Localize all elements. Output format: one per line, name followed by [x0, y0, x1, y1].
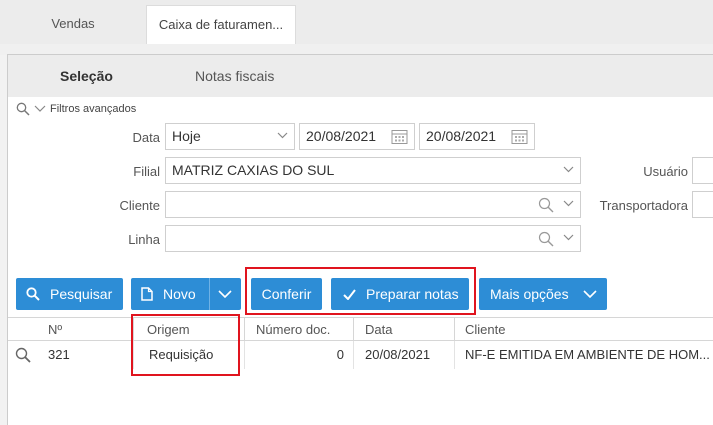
- advanced-filters-label: Filtros avançados: [50, 103, 137, 115]
- conferir-button[interactable]: Conferir: [251, 278, 322, 310]
- data-select[interactable]: Hoje: [165, 123, 295, 150]
- search-icon[interactable]: [15, 347, 31, 363]
- date-to-value: 20/08/2021: [426, 128, 497, 144]
- cell-numero-doc: 0: [336, 347, 344, 362]
- calendar-icon[interactable]: [511, 128, 528, 145]
- column-divider: [133, 341, 134, 369]
- filial-select[interactable]: MATRIZ CAXIAS DO SUL: [165, 157, 581, 184]
- linha-label: Linha: [128, 232, 160, 247]
- column-divider: [244, 318, 245, 342]
- filial-select-value: MATRIZ CAXIAS DO SUL: [172, 162, 335, 178]
- preparar-notas-label: Preparar notas: [366, 286, 459, 302]
- mais-opcoes-label: Mais opções: [490, 286, 569, 302]
- chevron-down-icon[interactable]: [563, 200, 574, 207]
- conferir-label: Conferir: [261, 286, 312, 302]
- column-divider: [133, 318, 134, 342]
- usuario-label: Usuário: [643, 164, 688, 179]
- search-icon[interactable]: [538, 231, 554, 247]
- subtab-notas-fiscais[interactable]: Notas fiscais: [195, 68, 274, 84]
- pesquisar-button[interactable]: Pesquisar: [16, 278, 123, 310]
- tab-vendas[interactable]: Vendas: [0, 5, 146, 44]
- cell-data: 20/08/2021: [365, 347, 431, 362]
- date-from-value: 20/08/2021: [306, 128, 377, 144]
- chevron-down-icon: [277, 132, 288, 139]
- mais-opcoes-button[interactable]: Mais opções: [479, 278, 607, 310]
- column-divider: [353, 318, 354, 342]
- filial-label: Filial: [133, 164, 160, 179]
- cell-origem: Requisição: [149, 347, 214, 362]
- preparar-notas-button[interactable]: Preparar notas: [331, 278, 469, 310]
- check-icon: [343, 288, 356, 300]
- cliente-label: Cliente: [119, 198, 160, 213]
- date-to-field[interactable]: 20/08/2021: [419, 123, 535, 150]
- chevron-down-icon: [563, 166, 574, 173]
- document-icon: [141, 287, 153, 301]
- novo-label: Novo: [163, 286, 196, 302]
- column-data[interactable]: Data: [365, 322, 392, 337]
- cliente-field[interactable]: [165, 191, 581, 218]
- chevron-down-icon: [34, 105, 46, 112]
- grid-header: Nº Origem Número doc. Data Cliente: [8, 317, 713, 342]
- cell-numero: 321: [48, 347, 70, 362]
- column-divider: [454, 318, 455, 342]
- subtab-bar: Seleção Notas fiscais: [8, 55, 713, 97]
- search-icon: [26, 287, 40, 301]
- search-icon: [16, 102, 30, 116]
- column-divider: [454, 341, 455, 369]
- advanced-filters-toggle[interactable]: Filtros avançados: [16, 102, 136, 116]
- transportadora-label: Transportadora: [599, 198, 688, 213]
- tab-caixa-de-faturamento[interactable]: Caixa de faturamen...: [146, 5, 296, 44]
- chevron-down-icon[interactable]: [218, 290, 232, 298]
- transportadora-field[interactable]: [692, 191, 713, 218]
- date-from-field[interactable]: 20/08/2021: [299, 123, 415, 150]
- linha-field[interactable]: [165, 225, 581, 252]
- column-numero[interactable]: Nº: [48, 322, 62, 337]
- chevron-down-icon[interactable]: [563, 234, 574, 241]
- column-numero-doc[interactable]: Número doc.: [256, 322, 330, 337]
- column-origem[interactable]: Origem: [147, 322, 190, 337]
- column-cliente[interactable]: Cliente: [465, 322, 505, 337]
- data-label: Data: [132, 130, 160, 145]
- column-divider: [244, 341, 245, 369]
- table-row[interactable]: 321 Requisição 0 20/08/2021 NF-E EMITIDA…: [8, 341, 713, 369]
- chevron-down-icon: [583, 290, 597, 298]
- tab-bar: Vendas Caixa de faturamen...: [0, 0, 713, 44]
- button-divider: [209, 278, 210, 310]
- pesquisar-label: Pesquisar: [50, 286, 113, 302]
- novo-button[interactable]: Novo: [131, 278, 241, 310]
- main-panel: Seleção Notas fiscais Filtros avançados …: [7, 54, 713, 425]
- data-select-value: Hoje: [172, 128, 201, 144]
- usuario-field[interactable]: [692, 157, 713, 184]
- column-divider: [353, 341, 354, 369]
- search-icon[interactable]: [538, 197, 554, 213]
- calendar-icon[interactable]: [391, 128, 408, 145]
- cell-cliente: NF-E EMITIDA EM AMBIENTE DE HOM...: [465, 347, 710, 362]
- subtab-selecao[interactable]: Seleção: [60, 68, 113, 84]
